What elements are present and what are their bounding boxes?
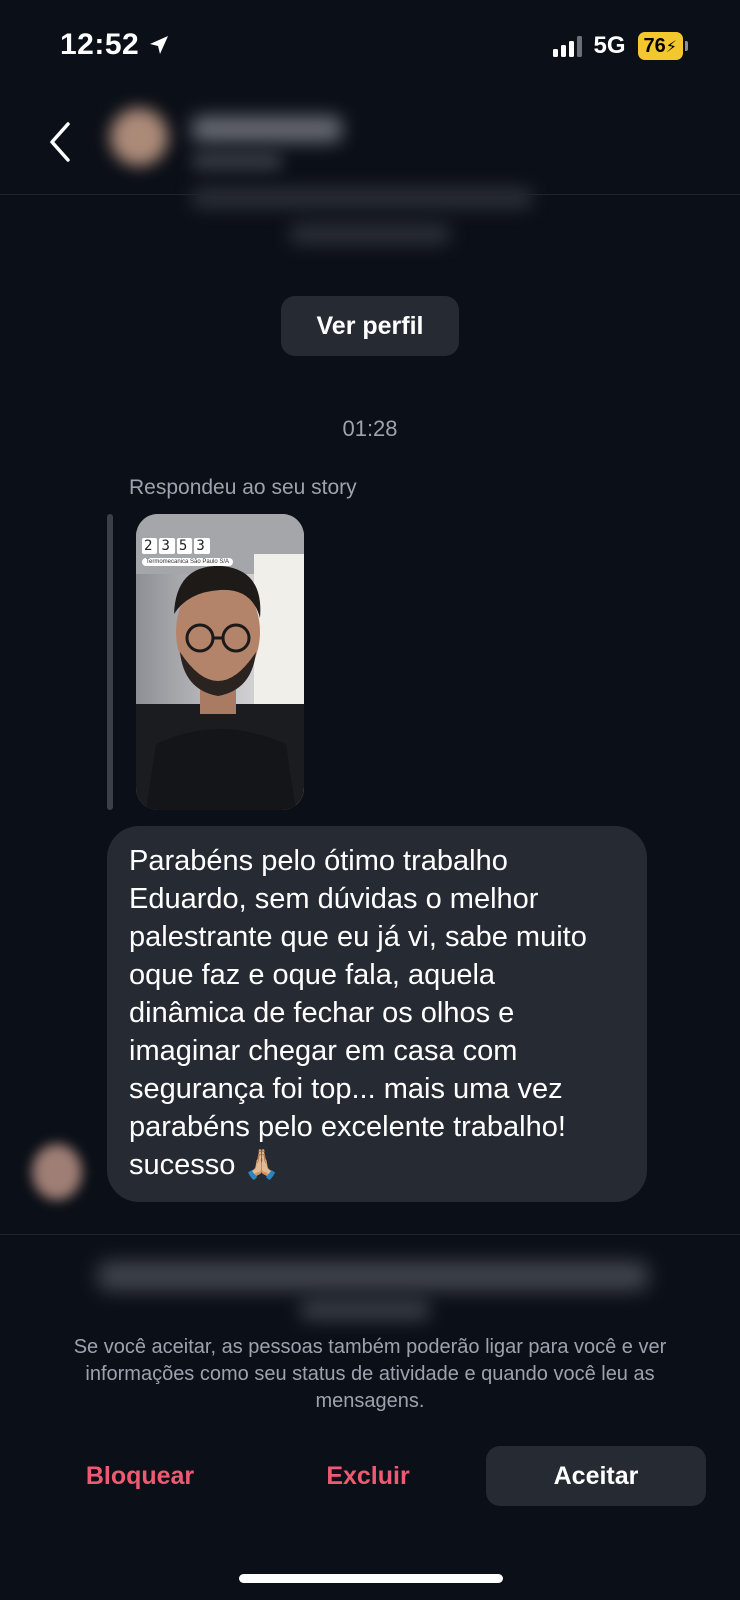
reply-indicator-bar [107, 514, 113, 810]
message-line: sucesso 🙏🏼 [129, 1149, 280, 1181]
contact-name-blurred [192, 116, 342, 142]
battery-level: 76 [643, 35, 666, 57]
message-timestamp: 01:28 [342, 416, 398, 441]
sender-avatar[interactable] [32, 1144, 82, 1200]
message-line: Eduardo, sem dúvidas o melhor [129, 883, 539, 915]
delete-button[interactable]: Excluir [268, 1446, 468, 1506]
contact-info-blurred [192, 188, 532, 208]
message-line: oque faz e oque fala, aquela [129, 959, 496, 991]
back-button[interactable] [44, 118, 80, 166]
footer-divider [0, 1234, 740, 1235]
contact-info-blurred-2 [290, 224, 450, 244]
request-notice-blurred-2 [300, 1300, 430, 1320]
view-profile-button[interactable]: Ver perfil [281, 296, 459, 356]
header-divider [0, 194, 740, 195]
message-line: dinâmica de fechar os olhos e [129, 997, 515, 1029]
location-arrow-icon [150, 36, 169, 54]
message-line: segurança foi top... mais uma vez [129, 1073, 563, 1105]
message-line: Parabéns pelo ótimo trabalho [129, 845, 508, 877]
message-bubble[interactable]: Parabéns pelo ótimo trabalho Eduardo, se… [107, 826, 647, 1202]
home-indicator[interactable] [239, 1574, 503, 1583]
status-time-text: 12:52 [60, 28, 140, 61]
battery-icon: 76⚡ [637, 32, 688, 60]
story-location-sticker: Termomecanica São Paulo S/A [142, 558, 234, 566]
chevron-left-icon [50, 122, 70, 162]
message-line: parabéns pelo excelente trabalho! [129, 1111, 566, 1143]
status-indicators: 5G 76⚡ [552, 32, 688, 60]
request-notice-blurred [98, 1262, 648, 1290]
accept-button[interactable]: Aceitar [486, 1446, 706, 1506]
story-time-sticker: 2353 [142, 538, 210, 554]
message-line: imaginar chegar em casa com [129, 1035, 518, 1067]
contact-avatar-blurred[interactable] [110, 108, 168, 166]
story-reply-label: Respondeu ao seu story [129, 476, 357, 499]
status-time: 12:52 [60, 28, 171, 62]
network-type: 5G [593, 32, 626, 59]
contact-username-blurred [192, 152, 282, 170]
message-line: palestrante que eu já vi, sabe muito [129, 921, 587, 953]
block-button[interactable]: Bloquear [40, 1446, 240, 1506]
signal-icon [552, 35, 582, 57]
request-info-text: Se você aceitar, as pessoas também poder… [73, 1336, 667, 1412]
